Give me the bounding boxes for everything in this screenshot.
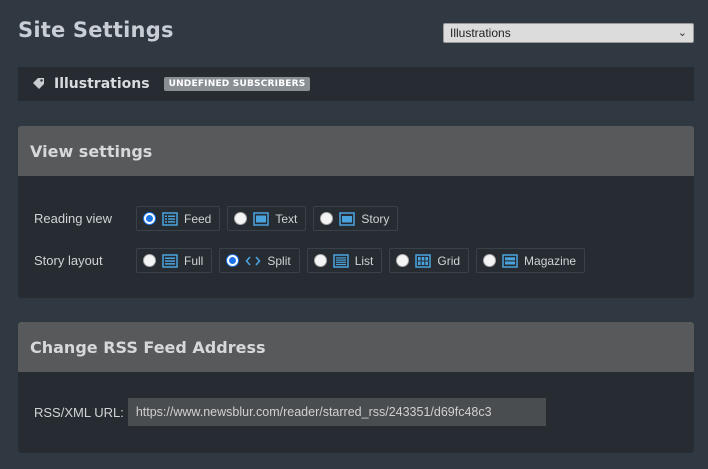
feed-option-label: Feed xyxy=(184,211,212,226)
list-layout-icon xyxy=(332,253,349,268)
grid-radio[interactable] xyxy=(396,254,410,267)
page-title: Site Settings xyxy=(18,18,174,42)
feed-select-value: Illustrations xyxy=(450,26,511,40)
grid-layout-icon xyxy=(415,253,432,268)
full-layout-icon xyxy=(162,253,178,268)
text-icon xyxy=(253,211,270,226)
magazine-radio[interactable] xyxy=(483,254,497,267)
tag-icon xyxy=(33,78,44,89)
story-layout-label: Story layout xyxy=(34,253,103,268)
split-radio[interactable] xyxy=(226,254,240,267)
story-layout-option-split[interactable]: Split xyxy=(219,248,300,273)
story-option-label: Story xyxy=(361,211,390,226)
full-radio[interactable] xyxy=(143,254,156,267)
split-option-label: Split xyxy=(267,253,291,268)
magazine-layout-icon xyxy=(502,253,518,268)
chevron-down-icon: ⌄ xyxy=(677,27,687,39)
story-layout-option-list[interactable]: List xyxy=(306,248,383,273)
text-option-label: Text xyxy=(275,211,298,226)
feed-select-dropdown[interactable]: Illustrations ⌄ xyxy=(443,23,694,43)
rss-url-input[interactable]: https://www.newsblur.com/reader/starred_… xyxy=(127,398,546,426)
story-layout-option-grid[interactable]: Grid xyxy=(389,248,470,273)
magazine-option-label: Magazine xyxy=(524,253,577,268)
story-radio[interactable] xyxy=(320,212,334,225)
full-option-label: Full xyxy=(184,253,204,268)
feed-bar: Illustrations UNDEFINED SUBSCRIBERS xyxy=(18,67,694,101)
feed-icon xyxy=(162,211,178,226)
reading-view-row: Reading view Feed Text Story xyxy=(34,206,405,231)
story-icon xyxy=(339,211,356,226)
list-radio[interactable] xyxy=(313,254,327,267)
feed-name: Illustrations xyxy=(54,76,150,92)
story-layout-option-magazine[interactable]: Magazine xyxy=(476,248,586,273)
grid-option-label: Grid xyxy=(437,253,461,268)
text-radio[interactable] xyxy=(234,212,248,225)
reading-view-label: Reading view xyxy=(34,211,113,226)
rss-url-value: https://www.newsblur.com/reader/starred_… xyxy=(135,405,492,419)
rss-url-row: RSS/XML URL: https://www.newsblur.com/re… xyxy=(34,398,546,426)
reading-view-option-text[interactable]: Text xyxy=(227,206,307,231)
subscribers-badge: UNDEFINED SUBSCRIBERS xyxy=(163,77,311,91)
view-settings-title: View settings xyxy=(18,126,694,176)
rss-panel: Change RSS Feed Address RSS/XML URL: htt… xyxy=(18,322,694,453)
view-settings-panel: View settings Reading view Feed Text Sto… xyxy=(18,126,694,298)
story-layout-option-full[interactable]: Full xyxy=(136,248,213,273)
story-layout-row: Story layout Full Split List Grid Magazi… xyxy=(34,248,592,273)
list-option-label: List xyxy=(354,253,374,268)
feed-radio[interactable] xyxy=(143,212,156,225)
reading-view-option-feed[interactable]: Feed xyxy=(136,206,221,231)
reading-view-option-story[interactable]: Story xyxy=(313,206,399,231)
rss-panel-title: Change RSS Feed Address xyxy=(18,322,694,372)
rss-url-label: RSS/XML URL: xyxy=(34,404,124,420)
split-layout-icon xyxy=(245,255,261,266)
